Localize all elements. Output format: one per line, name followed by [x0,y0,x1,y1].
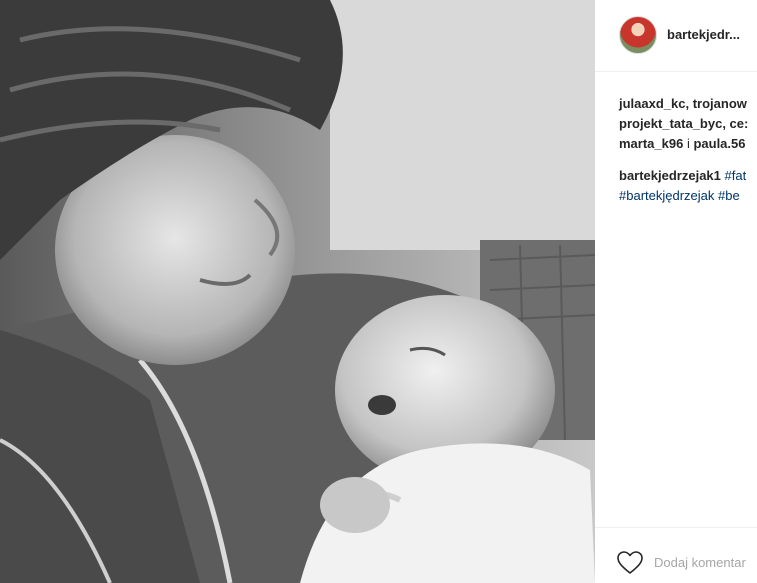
heart-icon[interactable] [617,551,643,575]
caption-line-2: #bartekjędrzejak #be [619,186,746,206]
likes-line-1[interactable]: julaaxd_kc, trojanow [619,94,757,114]
likes-list: julaaxd_kc, trojanow projekt_tata_byc, c… [619,94,757,154]
caption-line-1: bartekjedrzejak1 #fat [619,166,746,186]
post-caption: bartekjedrzejak1 #fat #bartekjędrzejak #… [619,166,746,206]
likes-line-3: marta_k96 i paula.56 [619,134,757,154]
liker-username[interactable]: marta_k96 [619,136,683,151]
likes-line-2[interactable]: projekt_tata_byc, ce: [619,114,757,134]
post-username[interactable]: bartekjedr... [667,27,740,42]
hashtag[interactable]: #bartekjędrzejak [619,188,714,203]
likes-separator: i [683,136,694,151]
post-sidebar: bartekjedr... julaaxd_kc, trojanow proje… [595,0,757,583]
caption-author[interactable]: bartekjedrzejak1 [619,168,721,183]
avatar[interactable] [619,16,657,54]
post-photo[interactable] [0,0,595,583]
liker-username[interactable]: paula.56 [693,136,745,151]
comment-input[interactable]: Dodaj komentar [654,555,746,570]
post-header: bartekjedr... [595,0,757,72]
comment-bar: Dodaj komentar [595,527,757,583]
hashtag[interactable]: #fat [725,168,747,183]
hashtag[interactable]: #be [718,188,740,203]
